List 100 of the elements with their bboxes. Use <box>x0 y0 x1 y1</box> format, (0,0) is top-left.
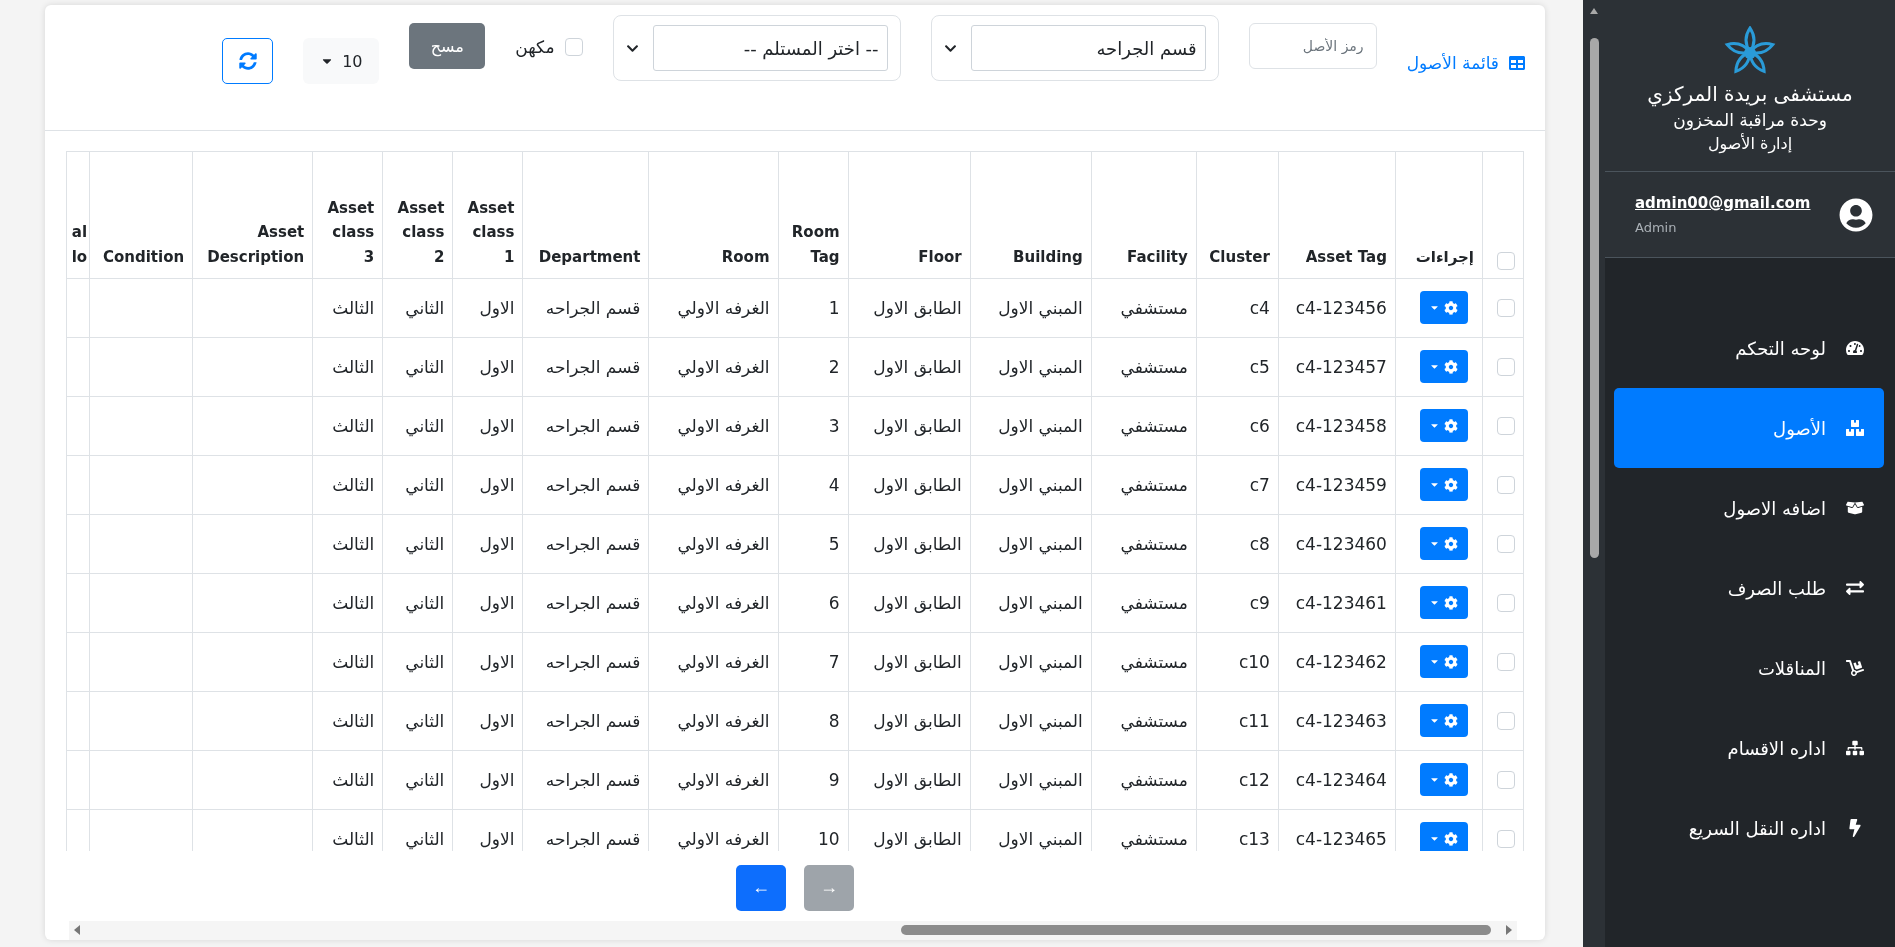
clear-button[interactable]: مسح <box>409 23 486 69</box>
table-cell: المبني الاول <box>970 750 1092 810</box>
column-header: Asset class 3 <box>312 151 383 279</box>
table-cell: الثالث <box>312 750 383 810</box>
user-email[interactable]: admin00@gmail.com <box>1635 194 1811 212</box>
nav-item[interactable]: اداره النقل السريع <box>1614 788 1884 868</box>
scrapped-checkbox[interactable]: مكهن <box>515 37 583 57</box>
table-cell: قسم الجراحه <box>522 514 649 574</box>
nav-item[interactable]: اداره الاقسام <box>1614 708 1884 788</box>
row-checkbox[interactable] <box>1497 652 1515 671</box>
row-checkbox[interactable] <box>1497 475 1515 494</box>
actions-button[interactable] <box>1420 468 1468 502</box>
table-cell: c4-123463 <box>1278 691 1396 751</box>
actions-button[interactable] <box>1420 645 1468 679</box>
table-cell: مستشفي <box>1091 455 1197 515</box>
table-cell: الاول <box>452 396 523 456</box>
table-cell: الطابق الاول <box>848 278 971 338</box>
row-checkbox[interactable] <box>1497 593 1515 612</box>
refresh-button[interactable] <box>222 38 274 84</box>
table-cell: الثالث <box>312 455 383 515</box>
nav-item[interactable]: المناقلات <box>1614 628 1884 708</box>
recipient-select[interactable]: -- اختر المستلم -- <box>612 15 901 81</box>
column-header: Floor <box>848 151 971 279</box>
table-cell: الثاني <box>382 396 453 456</box>
section-name: إدارة الأصول <box>1707 134 1793 153</box>
row-checkbox[interactable] <box>1497 534 1515 553</box>
department-select[interactable]: قسم الجراحه <box>930 15 1219 81</box>
settings-icon <box>1444 713 1459 728</box>
avatar-icon <box>1839 197 1873 232</box>
row-checkbox[interactable] <box>1497 829 1515 848</box>
column-header: إجراءات <box>1395 151 1483 279</box>
table-cell: مستشفي <box>1091 337 1197 397</box>
scroll-left-icon[interactable] <box>73 925 81 936</box>
scroll-right-icon[interactable] <box>1505 925 1513 936</box>
row-checkbox[interactable] <box>1497 357 1515 376</box>
gauge-icon <box>1846 339 1864 357</box>
table-cell: المبني الاول <box>970 455 1092 515</box>
row-checkbox[interactable] <box>1497 298 1515 317</box>
scrollbar-thumb[interactable] <box>901 925 1491 936</box>
row-checkbox[interactable] <box>1497 770 1515 789</box>
column-header: Asset Tag <box>1278 151 1396 279</box>
column-header: al lo <box>66 151 90 279</box>
table-cell: c5 <box>1196 337 1279 397</box>
table-cell: مستشفي <box>1091 691 1197 751</box>
settings-icon <box>1444 536 1459 551</box>
settings-icon <box>1444 831 1459 846</box>
actions-button[interactable] <box>1420 704 1468 738</box>
table-cell: مستشفي <box>1091 396 1197 456</box>
scroll-up-icon[interactable] <box>1590 6 1598 16</box>
table-cell: c4 <box>1196 278 1279 338</box>
table-cell: المبني الاول <box>970 337 1092 397</box>
table-cell: المبني الاول <box>970 514 1092 574</box>
select-all-checkbox[interactable] <box>1497 251 1515 270</box>
table-cell: الغرفه الاولي <box>648 455 779 515</box>
table-cell: c12 <box>1196 750 1279 810</box>
page-button[interactable]: ← <box>736 864 786 911</box>
table-cell: 7 <box>778 632 849 692</box>
table-cell: المبني الاول <box>970 573 1092 633</box>
table-cell: الطابق الاول <box>848 632 971 692</box>
user-role: Admin <box>1635 220 1677 235</box>
row-checkbox[interactable] <box>1497 711 1515 730</box>
nav-item[interactable]: الأصول <box>1614 388 1884 468</box>
table-cell: الثاني <box>382 691 453 751</box>
table-cell: الطابق الاول <box>848 337 971 397</box>
page-title[interactable]: قائمة الأصول <box>1406 53 1525 73</box>
table-cell: الغرفه الاولي <box>648 514 779 574</box>
asset-code-field[interactable]: رمز الأصل <box>1248 23 1377 69</box>
column-header: Asset class 2 <box>382 151 453 279</box>
scrollbar-thumb[interactable] <box>1589 38 1599 558</box>
nav-item[interactable]: طلب الصرف <box>1614 548 1884 628</box>
table-cell: 4 <box>778 455 849 515</box>
table-cell: قسم الجراحه <box>522 691 649 751</box>
table-cell: الطابق الاول <box>848 691 971 751</box>
actions-button[interactable] <box>1420 527 1468 561</box>
table-cell: قسم الجراحه <box>522 750 649 810</box>
nav-item[interactable]: اضافه الاصول <box>1614 468 1884 548</box>
table-cell: الغرفه الاولي <box>648 337 779 397</box>
table-cell: الثالث <box>312 514 383 574</box>
actions-button[interactable] <box>1420 586 1468 620</box>
table-cell: قسم الجراحه <box>522 278 649 338</box>
scrollbar[interactable] <box>1583 0 1605 947</box>
nav-item[interactable]: لوحه التحكم <box>1614 308 1884 388</box>
table-cell: c4-123464 <box>1278 750 1396 810</box>
page-size-dropdown[interactable]: 10 <box>303 38 380 84</box>
actions-button[interactable] <box>1420 822 1468 851</box>
actions-button[interactable] <box>1420 763 1468 797</box>
row-checkbox[interactable] <box>1497 416 1515 435</box>
actions-button[interactable] <box>1420 291 1468 325</box>
table-cell: قسم الجراحه <box>522 455 649 515</box>
table-cell: المبني الاول <box>970 278 1092 338</box>
table-cell: الغرفه الاولي <box>648 396 779 456</box>
settings-icon <box>1444 654 1459 669</box>
settings-icon <box>1444 477 1459 492</box>
arrows-icon <box>1846 579 1864 597</box>
scrollbar[interactable] <box>69 920 1517 940</box>
hospital-name: مستشفى بريدة المركزي <box>1647 82 1853 106</box>
table-cell: الاول <box>452 632 523 692</box>
actions-button[interactable] <box>1420 409 1468 443</box>
actions-button[interactable] <box>1420 350 1468 384</box>
table-cell: c4-123459 <box>1278 455 1396 515</box>
